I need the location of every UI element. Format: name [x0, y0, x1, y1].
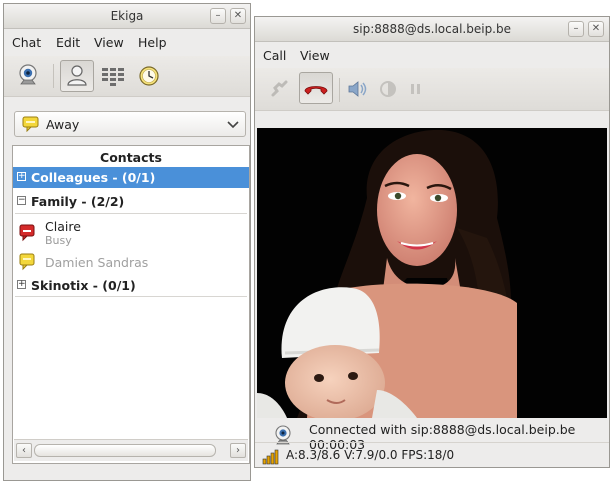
contact-status: Busy — [45, 234, 72, 247]
horizontal-scrollbar[interactable]: ‹ › — [14, 439, 248, 461]
menu-view[interactable]: View — [94, 35, 124, 50]
collapse-icon[interactable]: − — [17, 196, 26, 205]
webcam-icon — [19, 64, 37, 85]
call-history-icon — [139, 66, 159, 86]
ekiga-titlebar[interactable]: Ekiga – ✕ — [4, 4, 250, 29]
call-toolbar — [255, 68, 609, 111]
ekiga-menubar: Chat Edit View Help — [4, 30, 250, 54]
group-label: Skinotix - (0/1) — [31, 278, 136, 293]
pause-icon — [411, 84, 420, 94]
presence-status-select[interactable]: Away — [14, 111, 246, 137]
call-history-button[interactable] — [132, 60, 166, 92]
video-settings-icon — [380, 81, 396, 97]
menu-help[interactable]: Help — [138, 35, 167, 50]
away-status-icon — [22, 116, 39, 132]
pickup-button[interactable] — [263, 74, 297, 106]
minimize-button[interactable]: – — [210, 8, 226, 24]
group-divider — [15, 213, 247, 214]
contacts-list: Contacts + Colleagues - (0/1) − Family -… — [12, 145, 250, 464]
group-colleagues[interactable]: + Colleagues - (0/1) — [13, 167, 249, 188]
contacts-header: Contacts — [100, 150, 162, 165]
group-skinotix[interactable]: + Skinotix - (0/1) — [13, 275, 249, 296]
ekiga-toolbar — [4, 56, 250, 97]
ekiga-main-window: Ekiga – ✕ Chat Edit View Help Away Conta… — [3, 3, 251, 481]
scrollbar-thumb[interactable] — [34, 444, 216, 457]
call-titlebar[interactable]: sip:8888@ds.local.beip.be – ✕ — [255, 17, 609, 42]
contact-name: Damien Sandras — [45, 255, 149, 270]
hangup-button[interactable] — [299, 72, 333, 104]
call-window-title: sip:8888@ds.local.beip.be — [352, 22, 511, 36]
media-stats: A:8.3/8.6 V:7.9/0.0 FPS:18/0 — [286, 448, 455, 462]
busy-icon — [19, 224, 35, 242]
call-statusbar: A:8.3/8.6 V:7.9/0.0 FPS:18/0 — [255, 442, 609, 468]
group-label: Family - (2/2) — [31, 194, 125, 209]
chevron-down-icon — [227, 121, 239, 129]
menu-view[interactable]: View — [300, 48, 330, 63]
contact-damien-sandras[interactable]: Damien Sandras — [13, 252, 249, 272]
pause-button[interactable] — [401, 74, 435, 106]
scroll-right-button[interactable]: › — [230, 443, 246, 458]
signal-strength-icon — [262, 449, 279, 465]
contact-name: Claire — [45, 219, 81, 234]
toolbar-separator — [339, 78, 340, 102]
minimize-button[interactable]: – — [568, 21, 584, 37]
dialpad-button[interactable] — [96, 60, 130, 92]
expand-icon[interactable]: + — [17, 280, 26, 289]
remote-video-view — [257, 128, 607, 418]
expand-icon[interactable]: + — [17, 172, 26, 181]
video-frame-image — [257, 128, 607, 418]
group-family[interactable]: − Family - (2/2) — [13, 191, 249, 212]
dialpad-icon — [102, 68, 124, 86]
contact-claire[interactable]: Claire Busy — [13, 218, 249, 248]
presence-status-label: Away — [46, 117, 80, 132]
volume-icon — [348, 81, 367, 97]
away-icon — [19, 253, 35, 271]
hangup-icon — [304, 86, 328, 95]
menu-edit[interactable]: Edit — [56, 35, 80, 50]
toolbar-separator — [53, 64, 54, 88]
webcam-button[interactable] — [11, 60, 45, 92]
call-menubar: Call View — [255, 43, 609, 67]
pickup-icon — [271, 80, 288, 97]
close-button[interactable]: ✕ — [588, 21, 604, 37]
call-window: sip:8888@ds.local.beip.be – ✕ Call View — [254, 16, 610, 468]
menu-call[interactable]: Call — [263, 48, 286, 63]
contacts-icon — [67, 65, 87, 86]
scroll-left-button[interactable]: ‹ — [16, 443, 32, 458]
menu-chat[interactable]: Chat — [12, 35, 41, 50]
close-button[interactable]: ✕ — [230, 8, 246, 24]
group-divider — [15, 296, 247, 297]
group-label: Colleagues - (0/1) — [31, 170, 156, 185]
volume-button[interactable] — [343, 74, 377, 106]
contacts-button[interactable] — [60, 60, 94, 92]
connected-status-text: Connected with sip:8888@ds.local.beip.be — [309, 422, 576, 437]
